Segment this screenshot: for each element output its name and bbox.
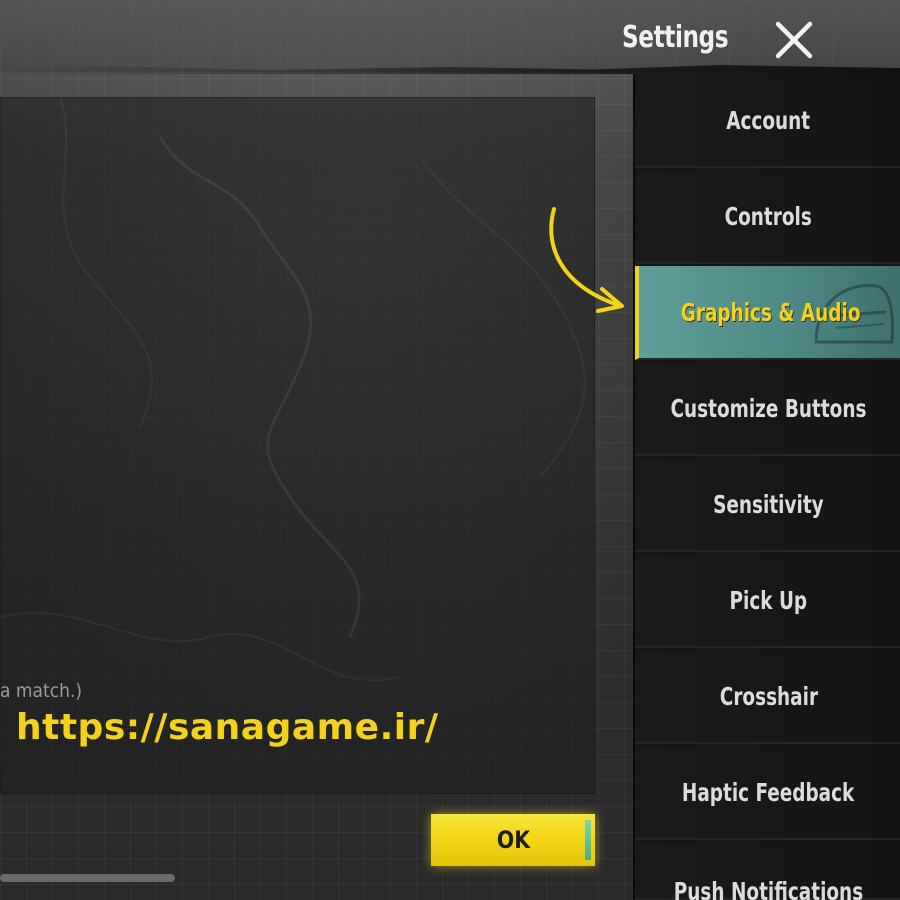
page-title: Settings (622, 20, 729, 55)
sidebar-item-crosshair[interactable]: Crosshair (635, 650, 900, 744)
sidebar-item-label: Haptic Feedback (682, 777, 855, 807)
sidebar-item-label: Pick Up (729, 585, 808, 615)
sidebar-item-graphics-audio[interactable]: Graphics & Audio (635, 266, 900, 360)
sidebar-item-pick-up[interactable]: Pick Up (635, 554, 900, 648)
close-button[interactable] (770, 16, 818, 64)
watermark-url: https://sanagame.ir/ (16, 707, 439, 748)
sidebar-item-account[interactable]: Account (635, 74, 900, 168)
sidebar-item-label: Customize Buttons (670, 393, 867, 423)
sidebar-item-push-notifications[interactable]: Push Notifications (635, 842, 900, 900)
ok-button[interactable]: OK (431, 814, 595, 866)
settings-header (0, 0, 900, 72)
content-panel: a match.) (0, 97, 595, 794)
map-texture (0, 97, 586, 682)
horizontal-scrollbar[interactable] (0, 874, 175, 882)
sidebar-item-label: Account (726, 105, 811, 135)
game-settings-screen: Settings a match.) https://sanagame.ir/ … (0, 0, 900, 900)
sidebar-item-label: Controls (724, 201, 813, 231)
sidebar-item-customize-buttons[interactable]: Customize Buttons (635, 362, 900, 456)
match-note-text: a match.) (0, 680, 83, 702)
ok-button-label: OK (496, 826, 530, 854)
sidebar-item-label: Crosshair (719, 681, 818, 711)
sidebar-item-label: Push Notifications (673, 877, 864, 900)
sidebar-item-label: Sensitivity (713, 489, 824, 519)
sidebar-item-sensitivity[interactable]: Sensitivity (635, 458, 900, 552)
sidebar-item-label: Graphics & Audio (680, 297, 861, 327)
sidebar-item-haptic-feedback[interactable]: Haptic Feedback (635, 746, 900, 840)
settings-sidebar: Account Controls Graphics & Audio Custom… (633, 74, 900, 900)
sidebar-item-controls[interactable]: Controls (635, 170, 900, 264)
close-icon (775, 21, 813, 59)
